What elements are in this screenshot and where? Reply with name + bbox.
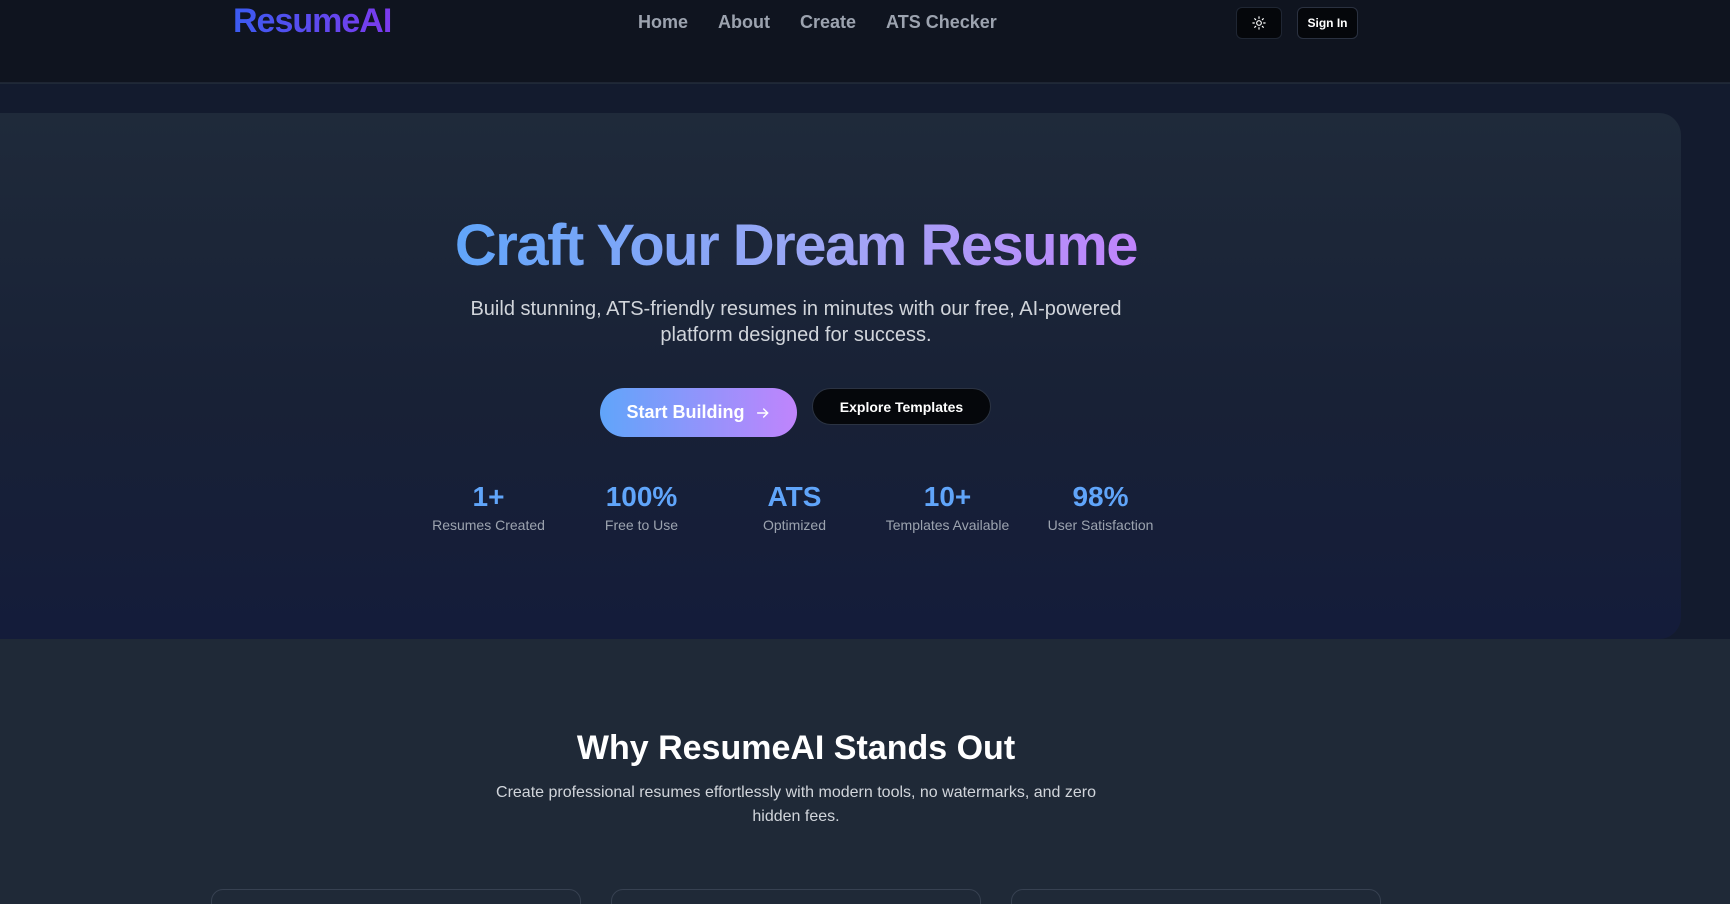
features-title: Why ResumeAI Stands Out — [576, 729, 1016, 767]
stat-label: Resumes Created — [432, 517, 545, 533]
hero-title-text: Craft Your Dream Resume — [454, 213, 1139, 278]
stat-item: 1+ Resumes Created — [412, 478, 565, 534]
stat-item: 10+ Templates Available — [871, 478, 1024, 534]
start-building-button[interactable]: Start Building — [600, 388, 797, 437]
start-building-label: Start Building — [626, 402, 745, 422]
theme-toggle-button[interactable] — [1236, 7, 1282, 39]
stat-value: 98% — [1072, 481, 1129, 512]
stat-value: 1+ — [472, 481, 505, 512]
nav-create[interactable]: Create — [800, 12, 856, 33]
sign-in-button[interactable]: Sign In — [1297, 7, 1358, 39]
feature-card — [1011, 889, 1381, 904]
logo[interactable]: ResumeAI — [233, 2, 392, 41]
stat-label: Free to Use — [604, 517, 679, 533]
stat-label: Optimized — [762, 517, 827, 533]
stat-value: 100% — [605, 481, 678, 512]
stat-value: ATS — [767, 481, 822, 512]
features-subtitle: Create professional resumes effortlessly… — [496, 784, 1096, 825]
stat-value: 10+ — [923, 481, 972, 512]
nav-ats-checker[interactable]: ATS Checker — [886, 12, 997, 33]
main-nav: Home About Create ATS Checker — [638, 12, 997, 33]
stat-label: Templates Available — [885, 517, 1010, 533]
nav-home[interactable]: Home — [638, 12, 688, 33]
arrow-right-icon — [756, 407, 768, 418]
stat-label: User Satisfaction — [1047, 517, 1154, 533]
stats-row: 1+ Resumes Created 100% Free to Use ATS … — [412, 478, 1178, 534]
feature-card — [611, 889, 981, 904]
stat-item: ATS Optimized — [718, 478, 871, 534]
hero-title: Craft Your Dream Resume — [0, 210, 1592, 282]
explore-templates-button[interactable]: Explore Templates — [812, 388, 991, 425]
nav-about[interactable]: About — [718, 12, 770, 33]
top-navbar: ResumeAI Home About Create ATS Checker S… — [0, 0, 1730, 83]
feature-card — [211, 889, 581, 904]
hero-section — [0, 113, 1681, 639]
stat-item: 98% User Satisfaction — [1024, 478, 1177, 534]
stat-item: 100% Free to Use — [565, 478, 718, 534]
hero-subtitle: Build stunning, ATS-friendly resumes in … — [470, 298, 1122, 346]
sun-icon — [1252, 16, 1266, 30]
